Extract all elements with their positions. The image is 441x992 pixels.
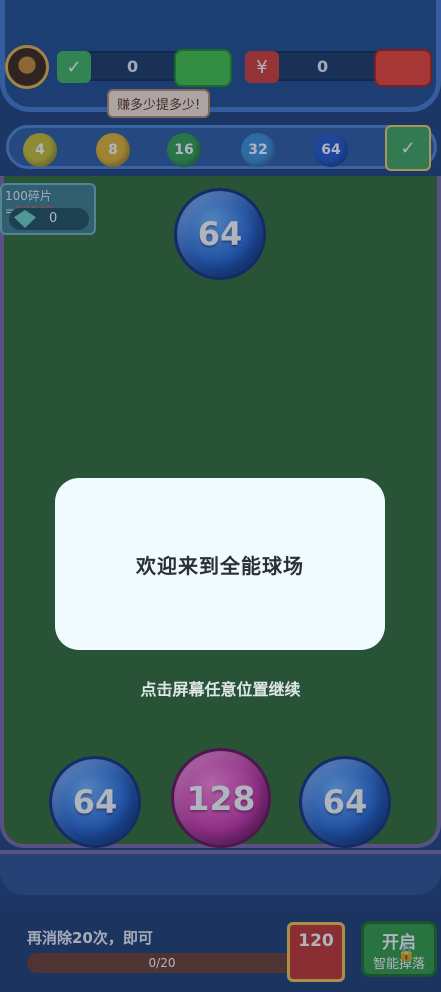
continue-hint[interactable]: 点击屏幕任意位置继续 [0,676,441,700]
dialog-title: 欢迎来到全能球场 [136,553,304,578]
welcome-dialog: 欢迎来到全能球场 [55,478,385,650]
